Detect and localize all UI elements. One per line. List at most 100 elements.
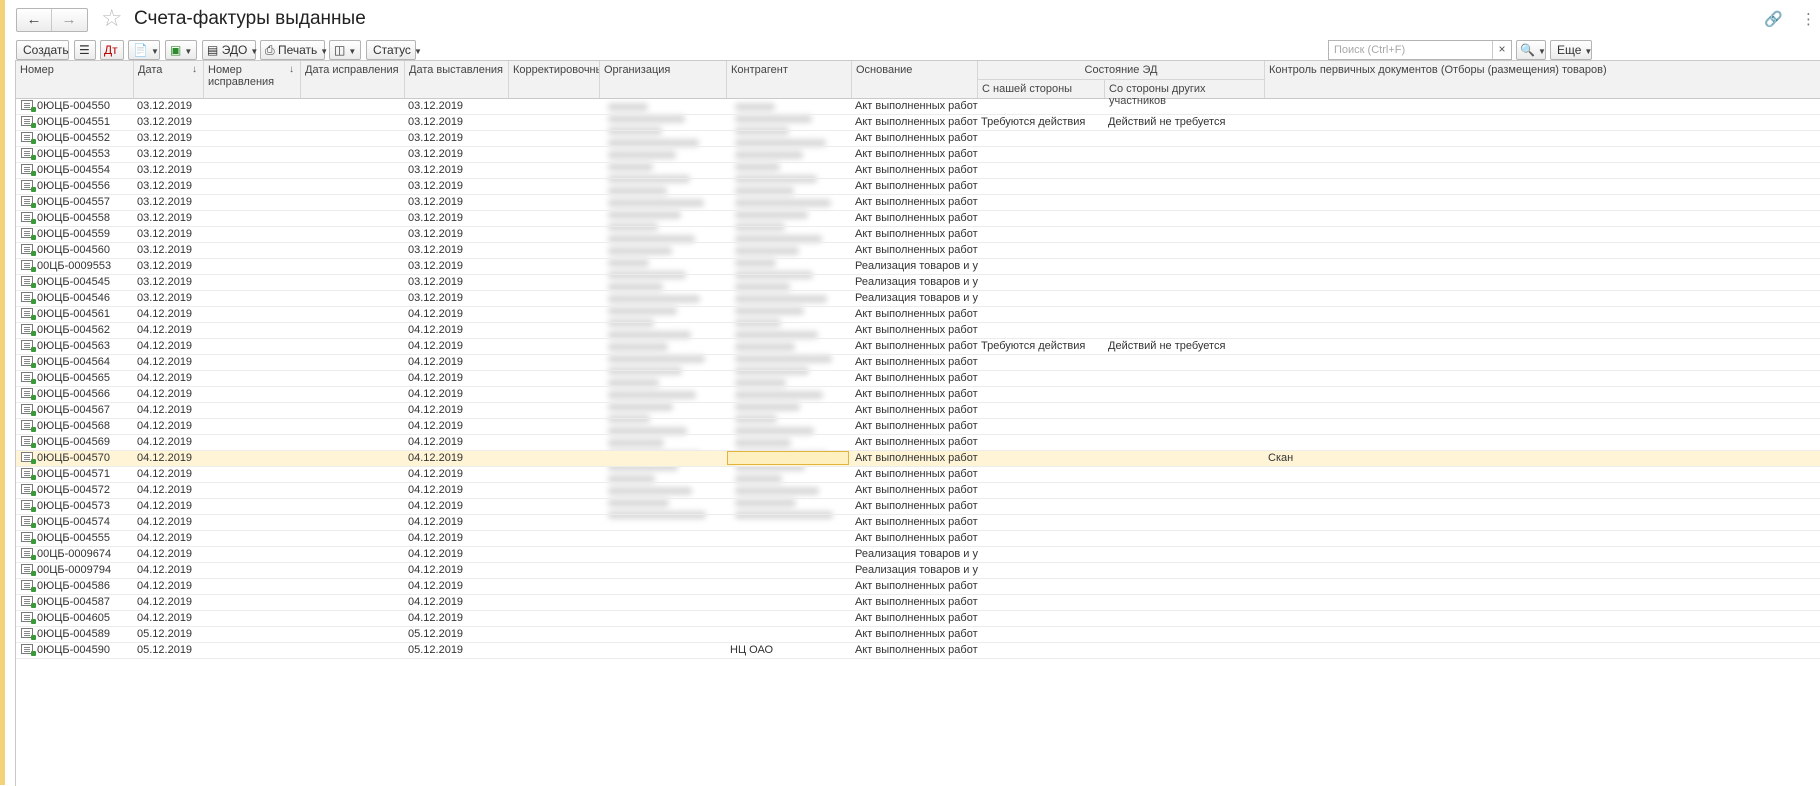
col-organization[interactable]: Организация	[600, 61, 727, 98]
cell-control	[1265, 99, 1565, 114]
cell-date-text: 03.12.2019	[137, 260, 193, 272]
cell-issue-date: 04.12.2019	[405, 483, 509, 498]
posted-document-icon	[21, 436, 36, 448]
cell-issue-date: 03.12.2019	[405, 99, 509, 114]
table-row[interactable]: 0ЮЦБ-004570 04.12.2019 04.12.2019 Акт выпол…	[16, 451, 1820, 467]
more-button[interactable]: Еще ▼	[1550, 40, 1592, 60]
cell-other-side	[1105, 451, 1265, 466]
back-arrow-icon[interactable]: ←	[17, 9, 52, 31]
cell-our-side: Требуются действия	[978, 115, 1105, 130]
table-row[interactable]: 0ЮЦБ-004550 03.12.2019 03.12.2019 Акт выпол…	[16, 99, 1820, 115]
col-basis[interactable]: Основание	[852, 61, 978, 98]
create-based-on-button[interactable]: 📄 ▼	[128, 40, 160, 60]
cell-number-text: 00ЦБ-0009553	[37, 260, 112, 272]
cell-date: 04.12.2019	[134, 451, 204, 466]
table-row[interactable]: 0ЮЦБ-004557 03.12.2019 03.12.2019 Акт выпол…	[16, 195, 1820, 211]
col-corrective[interactable]: Корректировочный	[509, 61, 600, 98]
table-row[interactable]: 0ЮЦБ-004562 04.12.2019 04.12.2019 Акт выпол…	[16, 323, 1820, 339]
table-row[interactable]: 0ЮЦБ-004586 04.12.2019 04.12.2019 Акт выпол…	[16, 579, 1820, 595]
table-row[interactable]: 0ЮЦБ-004551 03.12.2019 03.12.2019 Акт выпол…	[16, 115, 1820, 131]
link-icon[interactable]: 🔗	[1764, 11, 1783, 28]
col-issue-date-label: Дата выставления	[409, 64, 503, 76]
col-corr-date[interactable]: Дата исправления	[301, 61, 405, 98]
table-row[interactable]: 0ЮЦБ-004573 04.12.2019 04.12.2019 Акт выпол…	[16, 499, 1820, 515]
table-row[interactable]: 0ЮЦБ-004554 03.12.2019 03.12.2019 Акт выпол…	[16, 163, 1820, 179]
table-row[interactable]: 0ЮЦБ-004566 04.12.2019 04.12.2019 Акт выпол…	[16, 387, 1820, 403]
status-label: Статус	[373, 43, 411, 57]
table-row[interactable]: 0ЮЦБ-004553 03.12.2019 03.12.2019 Акт выпол…	[16, 147, 1820, 163]
col-issue-date[interactable]: Дата выставления	[405, 61, 509, 98]
table-row[interactable]: 0ЮЦБ-004556 03.12.2019 03.12.2019 Акт выпол…	[16, 179, 1820, 195]
search-button[interactable]: 🔍 ▼	[1516, 40, 1546, 60]
table-row[interactable]: 0ЮЦБ-004563 04.12.2019 04.12.2019 Акт выпол…	[16, 339, 1820, 355]
cell-date-text: 03.12.2019	[137, 212, 193, 224]
favorite-star-icon[interactable]: ☆	[101, 4, 123, 33]
col-date[interactable]: Дата ↓	[134, 61, 204, 98]
create-button[interactable]: Создать	[16, 40, 69, 60]
list-settings-button[interactable]: ☰	[74, 40, 96, 60]
table-row[interactable]: 0ЮЦБ-004567 04.12.2019 04.12.2019 Акт выпол…	[16, 403, 1820, 419]
dt-kt-button[interactable]: Дт	[100, 40, 124, 60]
table-row[interactable]: 0ЮЦБ-004572 04.12.2019 04.12.2019 Акт выпол…	[16, 483, 1820, 499]
cell-issue-date-text: 05.12.2019	[408, 644, 464, 656]
table-row[interactable]: 0ЮЦБ-004565 04.12.2019 04.12.2019 Акт выпол…	[16, 371, 1820, 387]
table-row[interactable]: 0ЮЦБ-004558 03.12.2019 03.12.2019 Акт выпол…	[16, 211, 1820, 227]
table-row[interactable]: 0ЮЦБ-004605 04.12.2019 04.12.2019 Акт выпол…	[16, 611, 1820, 627]
cell-issue-date-text: 03.12.2019	[408, 276, 464, 288]
more-vertical-icon[interactable]: ⋮	[1801, 11, 1816, 28]
cell-issue-date: 03.12.2019	[405, 275, 509, 290]
posted-document-icon	[21, 644, 36, 656]
col-our-side[interactable]: С нашей стороны	[978, 80, 1105, 98]
cell-issue-date: 03.12.2019	[405, 163, 509, 178]
col-counterparty[interactable]: Контрагент	[727, 61, 852, 98]
table-row[interactable]: 0ЮЦБ-004545 03.12.2019 03.12.2019 Реализаци…	[16, 275, 1820, 291]
col-number[interactable]: Номер	[16, 61, 134, 98]
table-row[interactable]: 0ЮЦБ-004552 03.12.2019 03.12.2019 Акт выпол…	[16, 131, 1820, 147]
table-row[interactable]: 0ЮЦБ-004574 04.12.2019 04.12.2019 Акт выпол…	[16, 515, 1820, 531]
table-row[interactable]: 0ЮЦБ-004564 04.12.2019 04.12.2019 Акт выпол…	[16, 355, 1820, 371]
col-other-side[interactable]: Со стороны других участников	[1105, 80, 1265, 107]
table-row[interactable]: 00ЦБ-0009794 04.12.2019 04.12.2019 Реализац…	[16, 563, 1820, 579]
forward-arrow-icon[interactable]: →	[52, 9, 86, 31]
cell-control	[1265, 515, 1565, 530]
cell-number: 00ЦБ-0009674	[16, 547, 134, 562]
col-corr-number[interactable]: Номер исправления ↓	[204, 61, 301, 98]
cell-basis: Акт выполненных работ ...	[852, 435, 978, 450]
table-row[interactable]: 0ЮЦБ-004589 05.12.2019 05.12.2019 Акт выпол…	[16, 627, 1820, 643]
col-control[interactable]: Контроль первичных документов (Отборы (р…	[1265, 61, 1820, 98]
table-row[interactable]: 0ЮЦБ-004569 04.12.2019 04.12.2019 Акт выпол…	[16, 435, 1820, 451]
print-button[interactable]: ⎙ Печать ▼	[260, 40, 328, 60]
status-button[interactable]: Статус ▼	[366, 40, 422, 60]
cell-basis-text: Акт выполненных работ ...	[855, 116, 978, 128]
cell-date-text: 03.12.2019	[137, 180, 193, 192]
cell-date-text: 04.12.2019	[137, 436, 193, 448]
search-input[interactable]: Поиск (Ctrl+F) ×	[1328, 40, 1512, 60]
table-row[interactable]: 0ЮЦБ-004546 03.12.2019 03.12.2019 Реализаци…	[16, 291, 1820, 307]
report-button[interactable]: ◫ ▼	[329, 40, 361, 60]
table-row[interactable]: 0ЮЦБ-004561 04.12.2019 04.12.2019 Акт выпол…	[16, 307, 1820, 323]
cell-issue-date: 04.12.2019	[405, 563, 509, 578]
sort-down-icon: ↓	[192, 64, 197, 75]
cell-basis: Акт выполненных работ ...	[852, 403, 978, 418]
cell-control	[1265, 371, 1565, 386]
table-row[interactable]: 0ЮЦБ-004571 04.12.2019 04.12.2019 Акт выпол…	[16, 467, 1820, 483]
table-row[interactable]: 0ЮЦБ-004559 03.12.2019 03.12.2019 Акт выпол…	[16, 227, 1820, 243]
cell-number-text: 0ЮЦБ-004587	[37, 596, 110, 608]
table-row[interactable]: 0ЮЦБ-004560 03.12.2019 03.12.2019 Акт выпол…	[16, 243, 1820, 259]
clear-search-icon[interactable]: ×	[1492, 41, 1511, 59]
cell-control	[1265, 595, 1565, 610]
table-row[interactable]: 00ЦБ-0009553 03.12.2019 03.12.2019 Реализац…	[16, 259, 1820, 275]
table-row[interactable]: 0ЮЦБ-004555 04.12.2019 04.12.2019 Акт выпол…	[16, 531, 1820, 547]
table-row[interactable]: 0ЮЦБ-004587 04.12.2019 04.12.2019 Акт выпол…	[16, 595, 1820, 611]
related-documents-button[interactable]: ▣ ▼	[165, 40, 197, 60]
cell-date-text: 04.12.2019	[137, 596, 193, 608]
cell-basis: Реализация товаров и ус...	[852, 259, 978, 274]
cell-issue-date-text: 04.12.2019	[408, 564, 464, 576]
table-row[interactable]: 00ЦБ-0009674 04.12.2019 04.12.2019 Реализац…	[16, 547, 1820, 563]
cell-basis-text: Акт выполненных работ ...	[855, 404, 978, 416]
table-row[interactable]: 0ЮЦБ-004590 05.12.2019 05.12.2019 Акт выпол…	[16, 643, 1820, 659]
edo-button[interactable]: ▤ ЭДО ▼	[202, 40, 258, 60]
search-placeholder: Поиск (Ctrl+F)	[1334, 44, 1406, 56]
cell-issue-date: 04.12.2019	[405, 339, 509, 354]
table-row[interactable]: 0ЮЦБ-004568 04.12.2019 04.12.2019 Акт выпол…	[16, 419, 1820, 435]
